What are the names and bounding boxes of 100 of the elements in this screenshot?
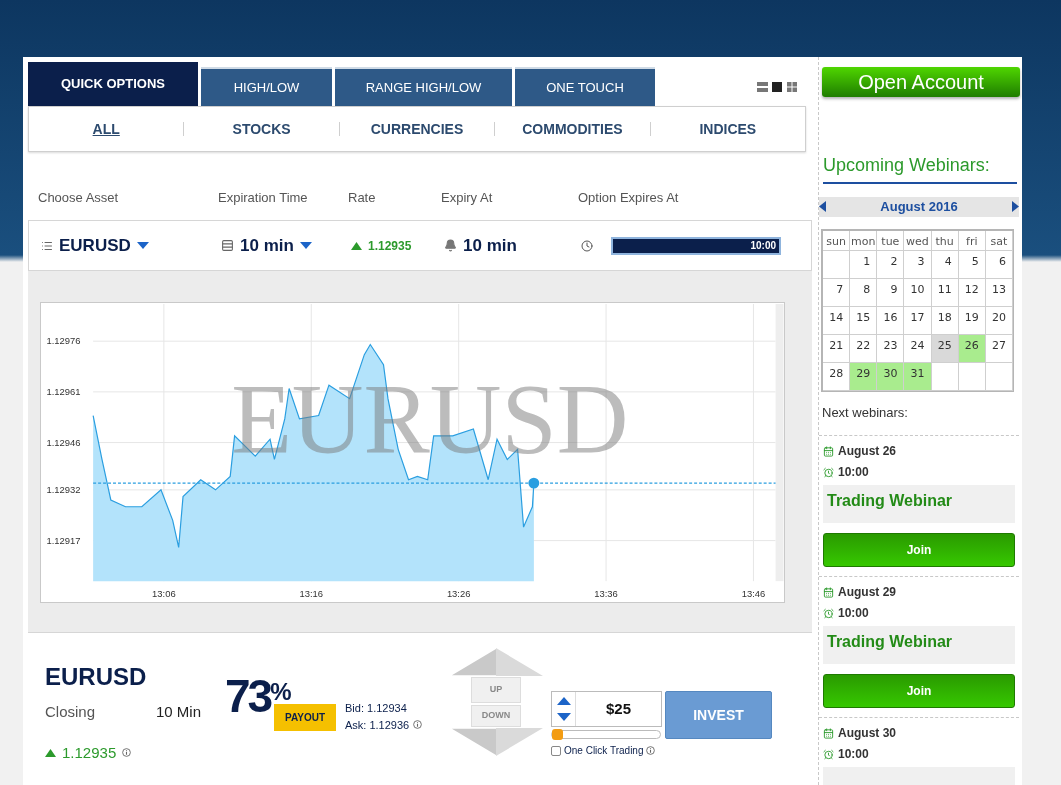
y-axis-label: 1.12976 — [46, 335, 81, 347]
column-header: Expiry At — [441, 188, 494, 207]
x-axis-label: 13:16 — [299, 588, 324, 600]
x-axis-label: 13:06 — [152, 588, 176, 600]
calendar-day[interactable]: 21 — [823, 334, 851, 363]
info-icon — [122, 748, 132, 758]
calendar-day[interactable]: 1 — [850, 250, 878, 279]
calendar-icon — [823, 586, 834, 598]
amount-value: $25 — [605, 698, 632, 719]
caret-icon — [299, 241, 312, 250]
webinar-date: August 29 — [838, 584, 896, 601]
column-header: Option Expires At — [578, 188, 679, 207]
webinar-time: 10:00 — [838, 605, 869, 622]
countdown-text: 10:00 — [750, 239, 776, 253]
weekday-label: thu — [931, 230, 959, 251]
rate-value: 1.12935 — [368, 237, 412, 255]
bell-icon — [444, 239, 457, 252]
category-link[interactable]: ALL — [29, 118, 184, 140]
clock-icon — [581, 239, 593, 252]
webinar-time: 10:00 — [838, 464, 869, 481]
category-link[interactable]: CURRENCIES — [339, 118, 495, 140]
calendar-day[interactable]: 24 — [904, 334, 932, 363]
calendar-day[interactable]: 31 — [904, 362, 932, 391]
list-view-icon[interactable] — [757, 82, 768, 92]
list-icon — [41, 239, 53, 252]
up-triangle-icon — [351, 241, 362, 250]
previous-month-icon[interactable] — [819, 201, 826, 213]
rows-icon — [221, 239, 234, 252]
next-month-icon[interactable] — [1012, 201, 1019, 213]
calendar-day[interactable]: 29 — [850, 362, 878, 391]
weekday-label: mon — [850, 230, 878, 251]
grid-view-icon[interactable] — [787, 82, 798, 92]
calendar-day[interactable]: 14 — [823, 306, 851, 335]
y-axis-label: 1.12917 — [46, 534, 81, 546]
month-title: August 2016 — [880, 198, 958, 216]
caret-icon — [136, 241, 149, 250]
calendar-day[interactable]: 8 — [850, 278, 878, 307]
alarm-clock-icon — [823, 607, 834, 619]
webinar-time: 10:00 — [838, 746, 869, 763]
closing-label: Closing — [45, 702, 97, 722]
y-axis-label: 1.12961 — [46, 385, 81, 397]
info-icon — [413, 720, 423, 730]
calendar-day[interactable]: 28 — [823, 362, 851, 391]
webinar-title: Trading Webinar — [827, 492, 953, 509]
payout-badge: PAYOUT — [274, 704, 336, 731]
category-link[interactable]: INDICES — [650, 118, 806, 140]
option-tab[interactable]: RANGE HIGH/LOW — [335, 67, 512, 106]
calendar-day[interactable]: 17 — [904, 306, 932, 335]
weekday-label: wed — [904, 230, 932, 251]
option-tab[interactable]: ONE TOUCH — [515, 67, 655, 106]
weekday-label: sat — [985, 230, 1013, 251]
expiration-dropdown[interactable]: 10 min — [240, 232, 312, 259]
bid-value: Bid: 1.12934 — [345, 701, 408, 716]
category-link[interactable]: STOCKS — [184, 118, 339, 140]
asset-title: EURUSD — [45, 663, 148, 691]
option-tab[interactable]: HIGH/LOW — [201, 67, 332, 106]
rate-value: 1.12935 — [62, 742, 117, 763]
calendar-icon — [823, 445, 834, 457]
option-tab[interactable]: QUICK OPTIONS — [28, 62, 198, 106]
current-price-dot — [528, 477, 540, 489]
amount-slider[interactable] — [551, 730, 661, 739]
single-view-icon[interactable] — [772, 82, 783, 92]
webinar-date: August 30 — [838, 725, 896, 742]
calendar-day[interactable]: 7 — [823, 278, 851, 307]
calendar-day[interactable]: 9 — [877, 278, 905, 307]
calendar-day[interactable]: 10 — [904, 278, 932, 307]
x-axis-label: 13:46 — [741, 588, 766, 600]
next-webinars-label: Next webinars: — [822, 403, 909, 422]
one-click-label: One Click Trading — [564, 744, 644, 758]
x-axis-label: 13:36 — [594, 588, 618, 600]
calendar-day[interactable]: 2 — [877, 250, 905, 279]
asset-dropdown[interactable]: EURUSD — [59, 232, 149, 259]
calendar-day[interactable]: 15 — [850, 306, 878, 335]
info-icon — [646, 746, 656, 755]
calendar-icon — [823, 727, 834, 739]
calendar-day[interactable]: 23 — [877, 334, 905, 363]
calendar-day[interactable]: 16 — [877, 306, 905, 335]
calendar-day[interactable]: 30 — [877, 362, 905, 391]
ask-value: Ask: 1.12936 — [345, 717, 410, 733]
alarm-clock-icon — [823, 748, 834, 760]
x-axis-label: 13:26 — [446, 588, 471, 600]
column-header: Choose Asset — [38, 188, 120, 207]
slider-thumb[interactable] — [552, 729, 563, 740]
weekday-label: fri — [958, 230, 986, 251]
up-triangle-icon — [45, 748, 56, 757]
weekday-label: tue — [877, 230, 905, 251]
calendar-day[interactable]: 3 — [904, 250, 932, 279]
column-header: Expiration Time — [218, 188, 309, 207]
category-link[interactable]: COMMODITIES — [495, 118, 650, 140]
one-click-checkbox[interactable] — [551, 745, 561, 756]
alarm-clock-icon — [823, 466, 834, 478]
webinar-date: August 26 — [838, 443, 896, 460]
y-axis-label: 1.12946 — [46, 436, 81, 448]
y-axis-label: 1.12932 — [46, 483, 81, 495]
calendar-day[interactable]: 22 — [850, 334, 878, 363]
webinars-heading: Upcoming Webinars: — [823, 152, 1017, 184]
weekday-label: sun — [823, 230, 851, 251]
closing-value: 10 Min — [156, 702, 202, 722]
amount-field[interactable]: $25 — [551, 691, 662, 727]
webinar-title: Trading Webinar — [827, 633, 953, 650]
